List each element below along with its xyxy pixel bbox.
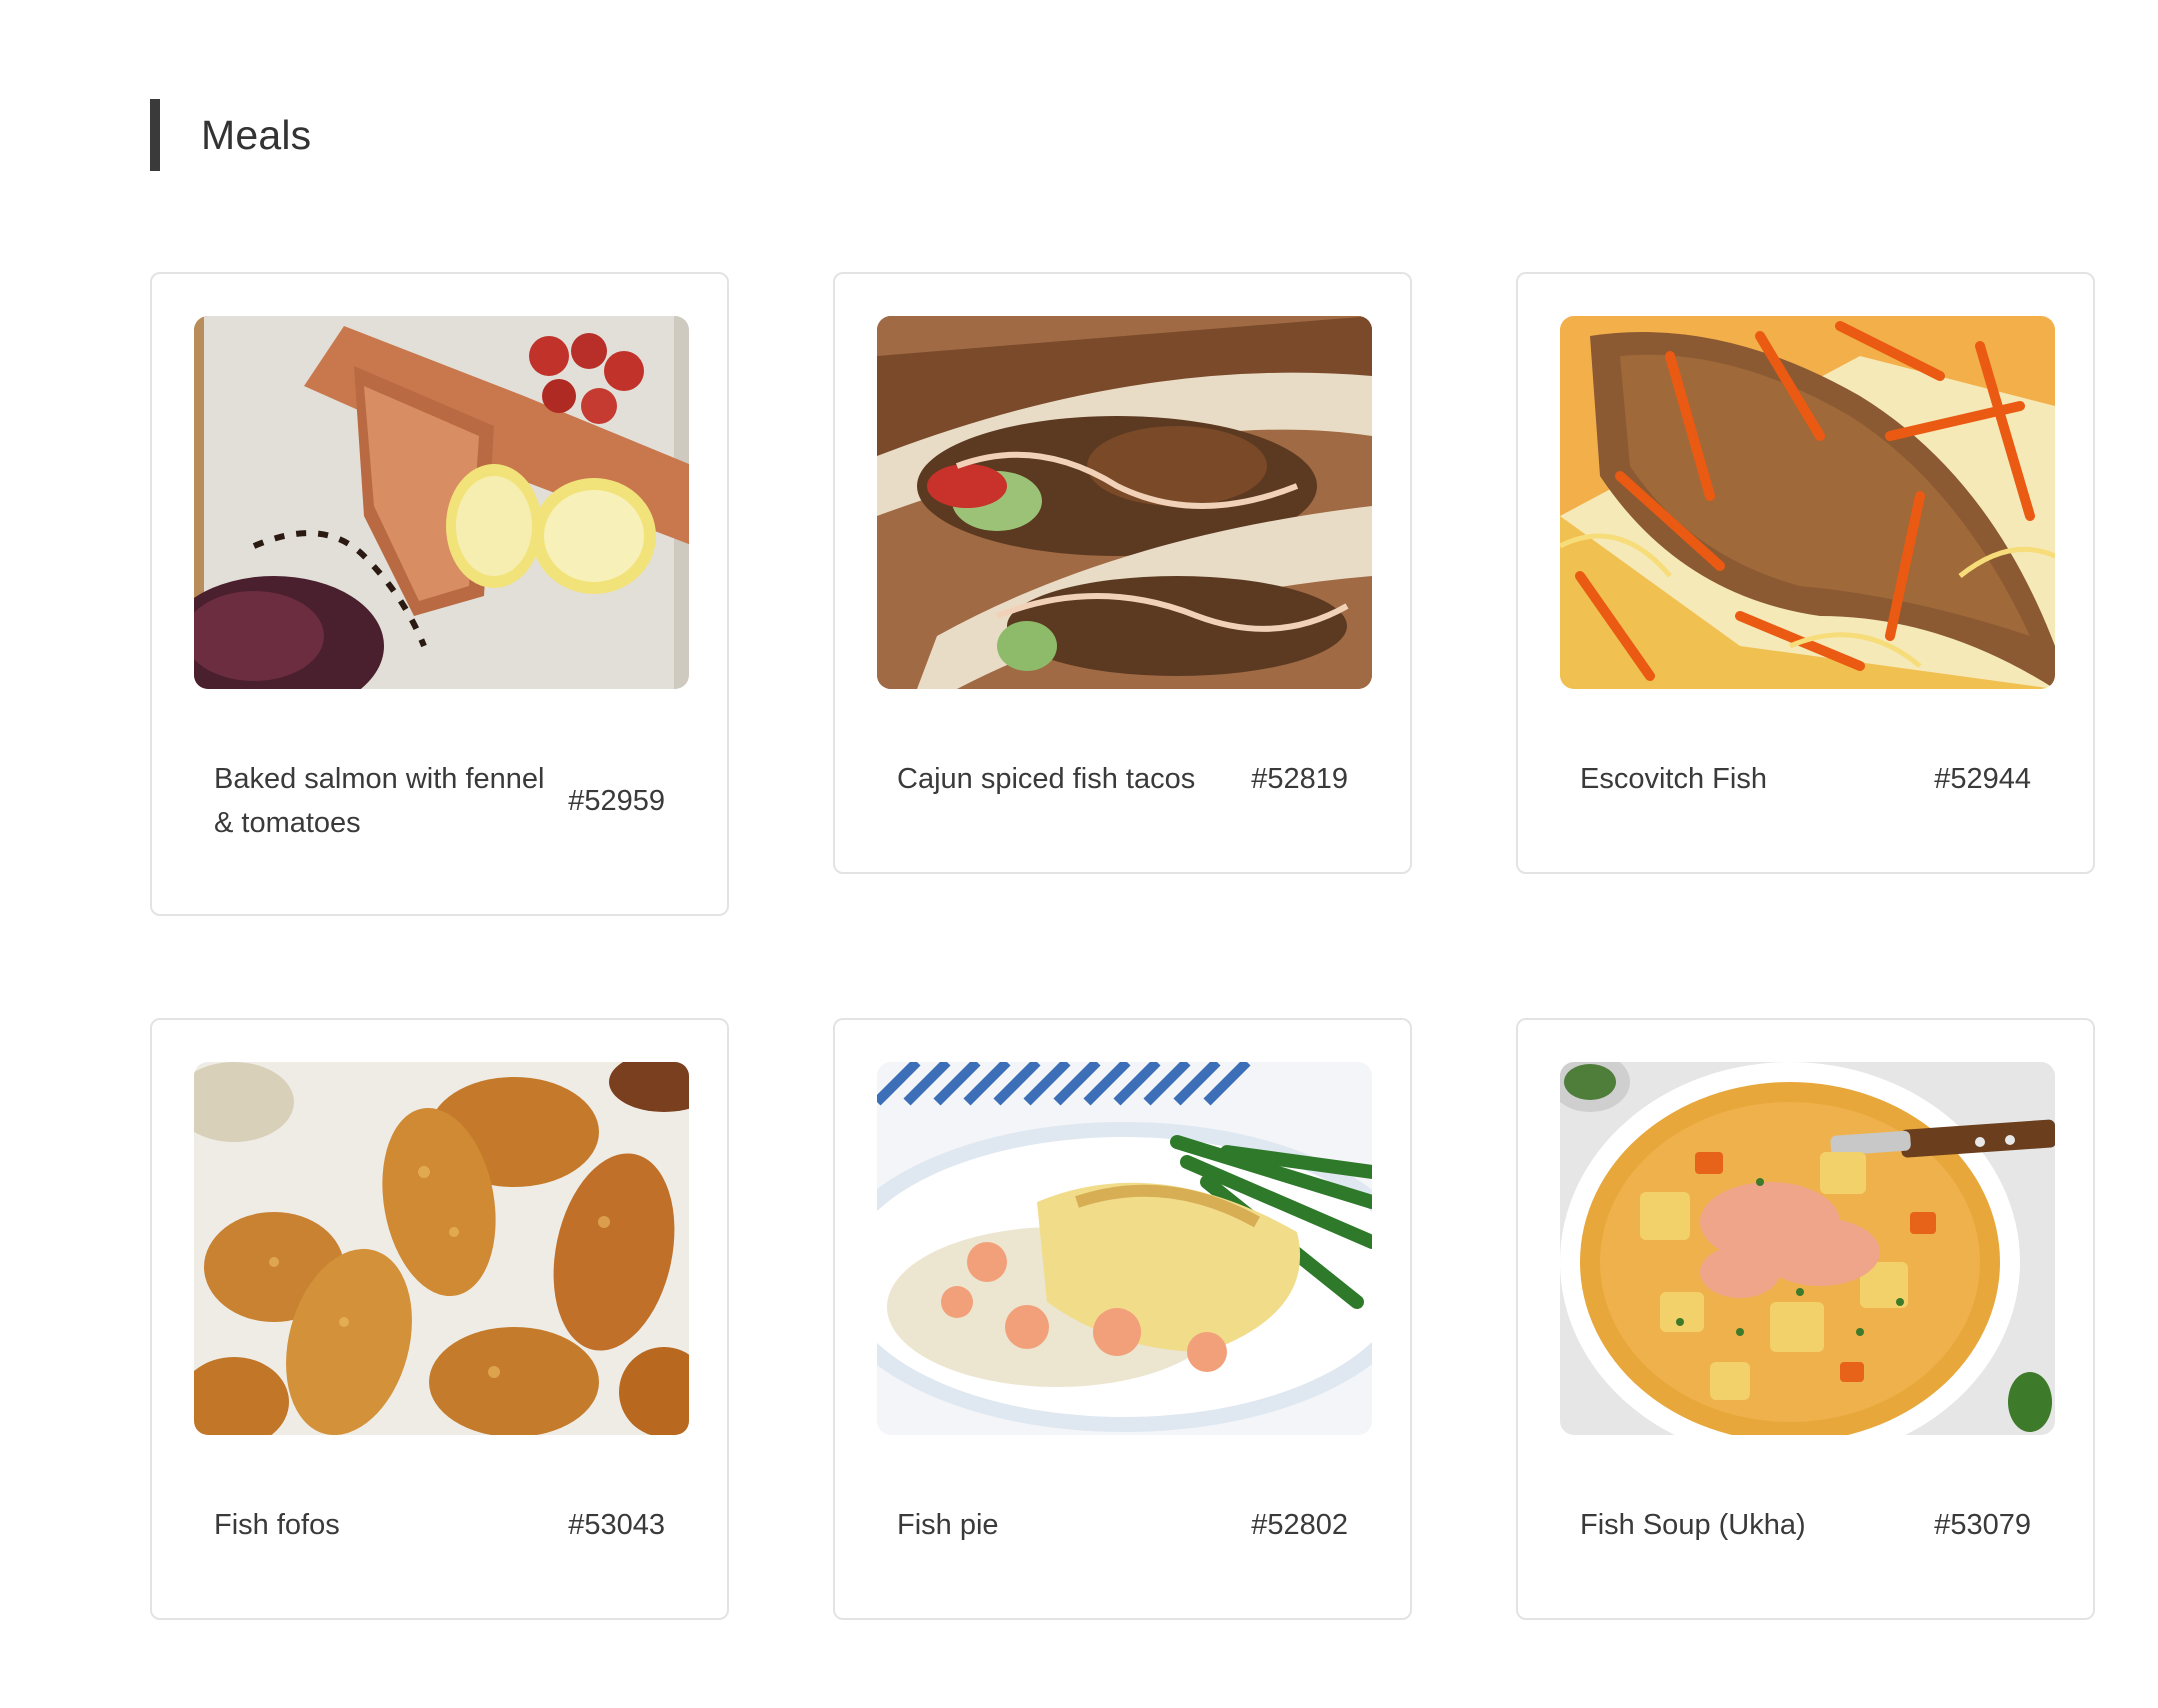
meal-name[interactable]: Baked salmon with fennel & tomatoes — [214, 757, 564, 845]
meal-name[interactable]: Fish fofos — [214, 1503, 340, 1547]
fish-pie-photo[interactable] — [877, 1062, 1372, 1435]
meal-name[interactable]: Cajun spiced fish tacos — [897, 757, 1195, 801]
fish-fofos-photo[interactable] — [194, 1062, 689, 1435]
meal-name[interactable]: Fish pie — [897, 1503, 999, 1547]
meal-card[interactable]: Fish Soup (Ukha) #53079 — [1516, 1018, 2095, 1620]
meal-id: #52944 — [1934, 763, 2031, 795]
meal-card[interactable]: Cajun spiced fish tacos #52819 — [833, 272, 1412, 874]
meal-name[interactable]: Fish Soup (Ukha) — [1580, 1503, 1806, 1547]
section-header: Meals — [150, 99, 311, 171]
meals-grid-row-1: Baked salmon with fennel & tomatoes #529… — [150, 272, 2095, 916]
meals-grid-row-2: Fish fofos #53043 Fish pie #52802 Fish S… — [150, 1018, 2095, 1620]
meal-card-meta: Fish pie #52802 — [877, 1503, 1368, 1547]
meal-card-meta: Fish fofos #53043 — [194, 1503, 685, 1547]
meal-card-meta: Escovitch Fish #52944 — [1560, 757, 2051, 801]
meal-id: #52959 — [568, 785, 665, 817]
fish-soup-photo[interactable] — [1560, 1062, 2055, 1435]
meal-id: #52802 — [1251, 1509, 1348, 1541]
meal-id: #53043 — [568, 1509, 665, 1541]
meal-card[interactable]: Baked salmon with fennel & tomatoes #529… — [150, 272, 729, 916]
meal-card-meta: Baked salmon with fennel & tomatoes #529… — [194, 757, 685, 845]
section-accent-bar — [150, 99, 160, 171]
fish-tacos-photo[interactable] — [877, 316, 1372, 689]
meal-card[interactable]: Fish fofos #53043 — [150, 1018, 729, 1620]
meal-card[interactable]: Escovitch Fish #52944 — [1516, 272, 2095, 874]
meal-card-meta: Fish Soup (Ukha) #53079 — [1560, 1503, 2051, 1547]
meal-card-meta: Cajun spiced fish tacos #52819 — [877, 757, 1368, 801]
escovitch-fish-photo[interactable] — [1560, 316, 2055, 689]
meal-name[interactable]: Escovitch Fish — [1580, 757, 1767, 801]
baked-salmon-photo[interactable] — [194, 316, 689, 689]
meal-card[interactable]: Fish pie #52802 — [833, 1018, 1412, 1620]
meal-id: #53079 — [1934, 1509, 2031, 1541]
meal-id: #52819 — [1251, 763, 1348, 795]
section-title: Meals — [201, 111, 312, 158]
